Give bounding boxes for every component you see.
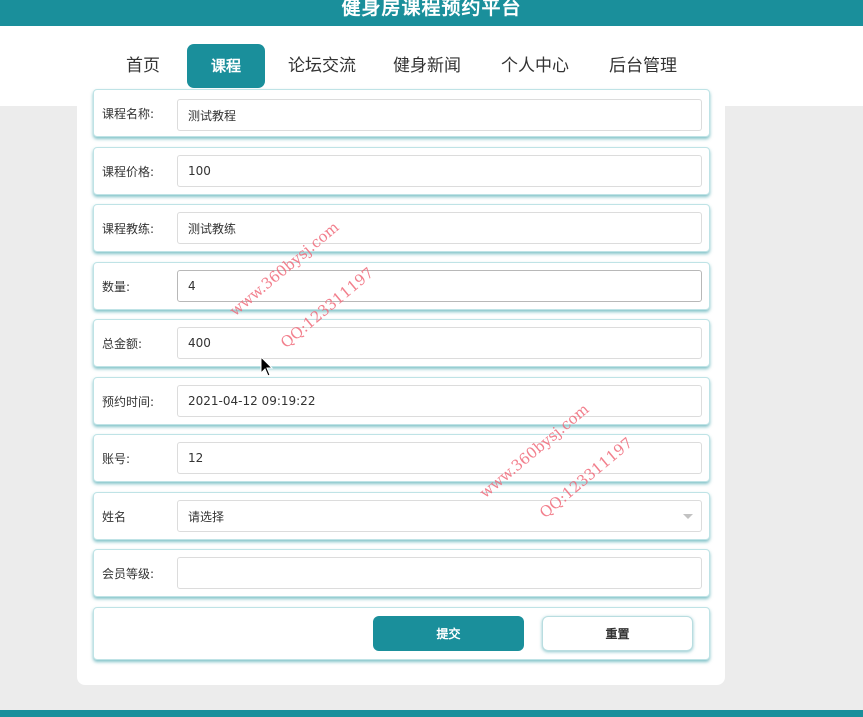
nav-item-home[interactable]: 首页 — [118, 44, 168, 88]
account-label: 账号: — [102, 451, 131, 466]
course-coach-input[interactable] — [177, 212, 702, 244]
name-select[interactable]: 请选择 — [177, 500, 702, 532]
course-name-label: 课程名称: — [102, 106, 155, 121]
form-row-name: 姓名 请选择 — [93, 492, 710, 540]
submit-button[interactable]: 提交 — [373, 616, 524, 651]
nav-item-profile[interactable]: 个人中心 — [497, 44, 573, 88]
footer-bar — [0, 710, 863, 717]
nav-item-news[interactable]: 健身新闻 — [389, 44, 465, 88]
course-coach-label: 课程教练: — [102, 221, 155, 236]
course-name-input[interactable] — [177, 99, 702, 131]
member-level-label: 会员等级: — [102, 566, 155, 581]
mouse-cursor-icon — [260, 356, 274, 377]
form-row-quantity: 数量: — [93, 262, 710, 310]
course-price-label: 课程价格: — [102, 164, 155, 179]
form-row-booking-time: 预约时间: — [93, 377, 710, 425]
nav-item-forum[interactable]: 论坛交流 — [284, 44, 360, 88]
top-header-bar: 健身房课程预约平台 — [0, 0, 863, 26]
total-amount-input[interactable] — [177, 327, 702, 359]
name-label: 姓名 — [102, 509, 127, 524]
form-row-total-amount: 总金额: — [93, 319, 710, 367]
form-row-course-name: 课程名称: — [93, 89, 710, 137]
chevron-down-icon — [683, 514, 693, 519]
form-row-course-price: 课程价格: — [93, 147, 710, 195]
quantity-label: 数量: — [102, 279, 131, 294]
form-row-actions: 提交 重置 — [93, 607, 710, 660]
total-amount-label: 总金额: — [102, 336, 143, 351]
member-level-input[interactable] — [177, 557, 702, 589]
reset-button[interactable]: 重置 — [542, 616, 693, 651]
course-price-input[interactable] — [177, 155, 702, 187]
form-row-course-coach: 课程教练: — [93, 204, 710, 252]
form-row-member-level: 会员等级: — [93, 549, 710, 597]
site-title: 健身房课程预约平台 — [341, 0, 522, 19]
booking-time-label: 预约时间: — [102, 394, 155, 409]
booking-time-input[interactable] — [177, 385, 702, 417]
nav-item-admin[interactable]: 后台管理 — [605, 44, 681, 88]
name-select-placeholder: 请选择 — [188, 509, 225, 524]
nav-item-courses[interactable]: 课程 — [187, 44, 265, 88]
